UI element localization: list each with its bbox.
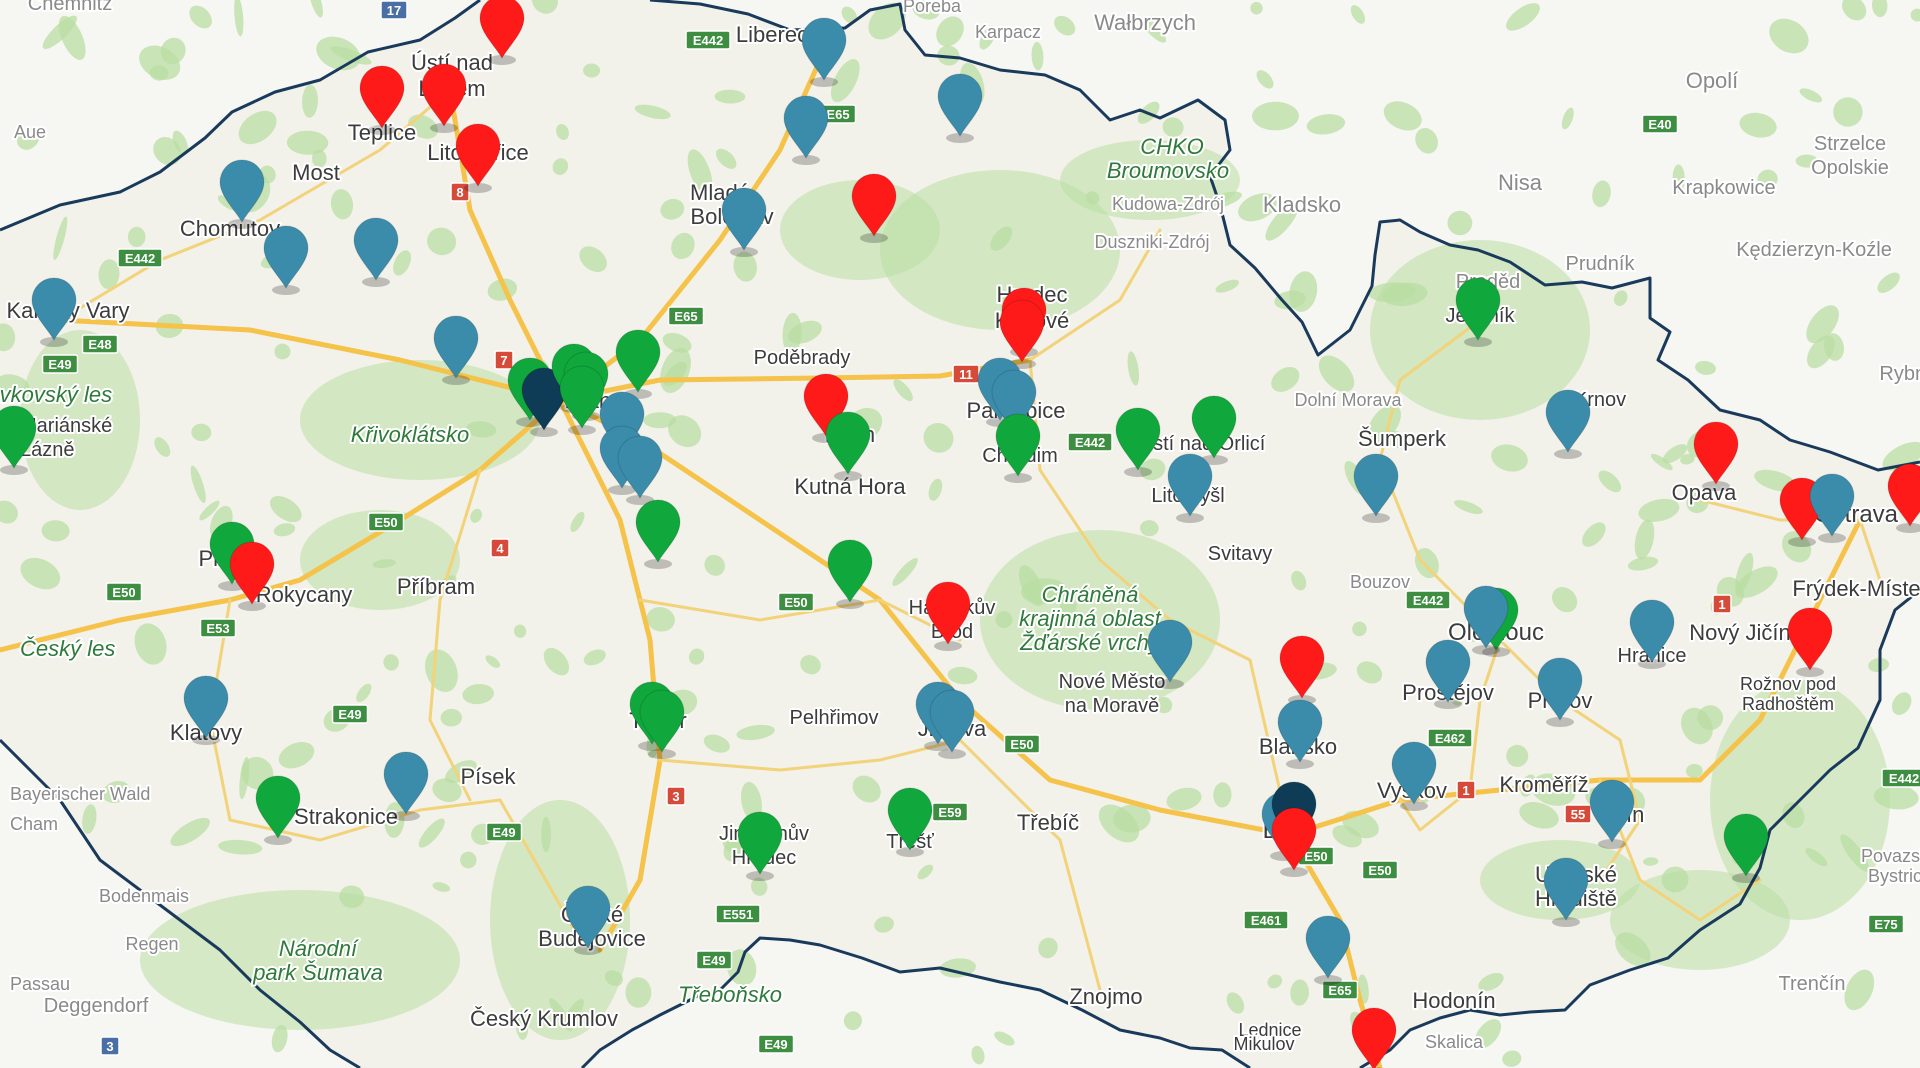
map-pin-red[interactable] <box>1271 807 1317 877</box>
map-pin-blue[interactable] <box>433 315 479 385</box>
map-pin-blue[interactable] <box>1537 657 1583 727</box>
map-pin-blue[interactable] <box>1277 699 1323 769</box>
map-pin-green[interactable] <box>827 539 873 609</box>
map-pin-blue[interactable] <box>565 885 611 955</box>
map-pin-red[interactable] <box>1279 635 1325 705</box>
map-pin-green[interactable] <box>1191 395 1237 465</box>
map-pin-blue[interactable] <box>1543 857 1589 927</box>
map-pin-blue[interactable] <box>721 187 767 257</box>
map-pin-blue[interactable] <box>1589 779 1635 849</box>
map-pin-blue[interactable] <box>1353 453 1399 523</box>
map-pin-red[interactable] <box>455 123 501 193</box>
map-pin-red[interactable] <box>1887 463 1920 533</box>
map-pin-green[interactable] <box>615 329 661 399</box>
map-pin-blue[interactable] <box>1809 473 1855 543</box>
map-pin-red[interactable] <box>359 65 405 135</box>
map-pin-blue[interactable] <box>937 73 983 143</box>
map-pin-green[interactable] <box>1455 277 1501 347</box>
map-pin-green[interactable] <box>635 499 681 569</box>
map-pin-blue[interactable] <box>1629 599 1675 669</box>
map-pin-blue[interactable] <box>353 217 399 287</box>
map-pin-red[interactable] <box>479 0 525 65</box>
map-pin-green[interactable] <box>825 411 871 481</box>
map-pin-blue[interactable] <box>183 675 229 745</box>
map-pin-green[interactable] <box>1115 407 1161 477</box>
map-pin-blue[interactable] <box>1305 915 1351 985</box>
map-pin-blue[interactable] <box>801 17 847 87</box>
map-pin-blue[interactable] <box>31 277 77 347</box>
map-pin-red[interactable] <box>851 173 897 243</box>
map-pin-green[interactable] <box>737 811 783 881</box>
map-pin-red[interactable] <box>421 63 467 133</box>
map-pin-blue[interactable] <box>783 95 829 165</box>
map-pin-green[interactable] <box>559 365 605 435</box>
map-pin-blue[interactable] <box>1425 639 1471 709</box>
map-pin-blue[interactable] <box>383 751 429 821</box>
map-pin-green[interactable] <box>255 775 301 845</box>
map-pin-blue[interactable] <box>219 159 265 229</box>
map-pin-blue[interactable] <box>1463 585 1509 655</box>
map-pin-green[interactable] <box>995 413 1041 483</box>
map-pin-red[interactable] <box>925 581 971 651</box>
map-pin-green[interactable] <box>1723 813 1769 883</box>
map-pin-blue[interactable] <box>263 225 309 295</box>
map-pin-red[interactable] <box>1787 607 1833 677</box>
map-pin-blue[interactable] <box>1545 389 1591 459</box>
map-pin-green[interactable] <box>0 405 37 475</box>
map-canvas[interactable]: 17 E442 E65 8 E442 E48 E49 E65 7 11 E40 E442 E50 4 E50… <box>0 0 1920 1068</box>
map-pin-blue[interactable] <box>1391 741 1437 811</box>
map-pin-blue[interactable] <box>1167 453 1213 523</box>
map-pin-red[interactable] <box>1351 1007 1397 1068</box>
map-pin-green[interactable] <box>887 787 933 857</box>
map-pin-red[interactable] <box>229 541 275 611</box>
map-pin-blue[interactable] <box>1147 619 1193 689</box>
map-pin-red[interactable] <box>1693 421 1739 491</box>
marker-layer[interactable] <box>0 0 1920 1068</box>
